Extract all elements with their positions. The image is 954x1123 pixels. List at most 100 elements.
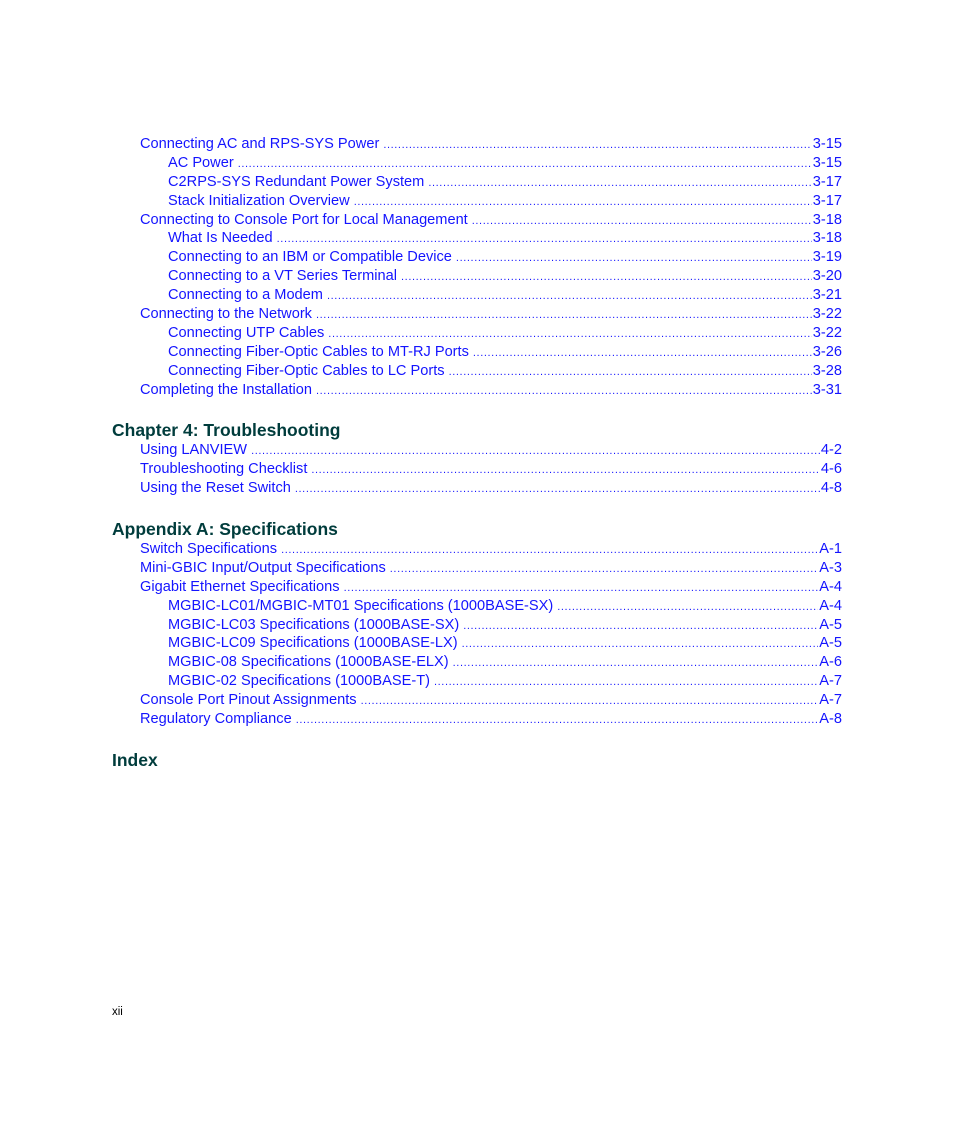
- toc-entry-page-number[interactable]: A-7: [818, 691, 842, 711]
- page-number-folio: xii: [112, 1006, 123, 1018]
- toc-entry-page-number[interactable]: A-7: [818, 672, 842, 692]
- toc-entry-page-number[interactable]: 3-17: [811, 191, 842, 211]
- toc-entry[interactable]: Troubleshooting Checklist 4-6: [112, 459, 842, 479]
- dot-leader: [295, 479, 820, 498]
- dot-leader: [361, 691, 819, 710]
- toc-entry-page-number[interactable]: A-5: [818, 634, 842, 654]
- toc-entry-title[interactable]: Using LANVIEW: [140, 441, 252, 460]
- toc-entry-page-number[interactable]: 4-6: [819, 459, 842, 479]
- toc-entry-title[interactable]: Stack Initialization Overview: [168, 191, 354, 211]
- toc-entry-title[interactable]: Connecting to the Network: [140, 305, 316, 324]
- toc-entry[interactable]: Connecting Fiber-Optic Cables to LC Port…: [112, 361, 842, 381]
- toc-entry-title[interactable]: Mini-GBIC Input/Output Specifications: [140, 558, 390, 578]
- toc-entry[interactable]: MGBIC-02 Specifications (1000BASE-T) A-7: [112, 672, 842, 692]
- toc-entry-title[interactable]: Connecting Fiber-Optic Cables to MT-RJ P…: [168, 342, 473, 362]
- toc-entry[interactable]: MGBIC-LC01/MGBIC-MT01 Specifications (10…: [112, 596, 842, 616]
- toc-entry-page-number[interactable]: 3-22: [811, 323, 842, 343]
- toc-entry[interactable]: C2RPS-SYS Redundant Power System 3-17: [112, 172, 842, 192]
- toc-entry-title[interactable]: Connecting UTP Cables: [168, 323, 329, 343]
- toc-entry-page-number[interactable]: 3-18: [811, 229, 842, 249]
- dot-leader: [344, 578, 819, 597]
- dot-leader: [473, 343, 812, 362]
- toc-entry[interactable]: Using the Reset Switch 4-8: [112, 478, 842, 498]
- chapter4-heading[interactable]: Chapter 4: Troubleshooting: [112, 419, 842, 441]
- toc-entry[interactable]: MGBIC-LC03 Specifications (1000BASE-SX) A…: [112, 615, 842, 635]
- toc-entry-page-number[interactable]: 3-19: [811, 248, 842, 268]
- toc-entry-page-number[interactable]: A-4: [818, 596, 842, 616]
- toc-entry[interactable]: MGBIC-08 Specifications (1000BASE-ELX) A-…: [112, 653, 842, 673]
- toc-entry-page-number[interactable]: A-5: [818, 615, 842, 635]
- toc-entry[interactable]: Mini-GBIC Input/Output Specifications A-3: [112, 558, 842, 578]
- toc-entry[interactable]: Connecting AC and RPS-SYS Power 3-15: [112, 135, 842, 154]
- toc-entry[interactable]: Gigabit Ethernet Specifications A-4: [112, 577, 842, 597]
- toc-entry-title[interactable]: MGBIC-08 Specifications (1000BASE-ELX): [168, 653, 453, 673]
- toc-entry-page-number[interactable]: 3-15: [811, 153, 842, 173]
- toc-entry-page-number[interactable]: 3-15: [811, 135, 842, 154]
- toc-entry-title[interactable]: Connecting to a Modem: [168, 286, 327, 306]
- toc-entry[interactable]: Connecting to an IBM or Compatible Devic…: [112, 248, 842, 268]
- toc-entry-page-number[interactable]: 3-22: [811, 305, 842, 324]
- toc-entry-title[interactable]: MGBIC-LC03 Specifications (1000BASE-SX): [168, 615, 464, 635]
- toc-entry[interactable]: Connecting to the Network 3-22: [112, 305, 842, 324]
- toc-entry-page-number[interactable]: A-8: [818, 710, 842, 729]
- appendix-a-heading[interactable]: Appendix A: Specifications: [112, 518, 842, 540]
- toc-entry-title[interactable]: Connecting to Console Port for Local Man…: [140, 210, 472, 230]
- toc-entry-title[interactable]: Troubleshooting Checklist: [140, 459, 312, 479]
- toc-entry-title[interactable]: Completing the Installation: [140, 380, 316, 400]
- dot-leader: [428, 173, 811, 192]
- dot-leader: [277, 229, 812, 248]
- toc-entry-page-number[interactable]: 3-20: [811, 267, 842, 287]
- toc-entry[interactable]: Connecting to a VT Series Terminal 3-20: [112, 267, 842, 287]
- toc-entry[interactable]: Regulatory Compliance A-8: [112, 710, 842, 729]
- toc-entry-page-number[interactable]: 3-28: [811, 361, 842, 381]
- toc-entry-page-number[interactable]: A-3: [818, 558, 842, 578]
- toc-entry-title[interactable]: What Is Needed: [168, 229, 277, 249]
- toc-entry[interactable]: AC Power 3-15: [112, 153, 842, 173]
- dot-leader: [472, 211, 812, 230]
- toc-entry[interactable]: Console Port Pinout Assignments A-7: [112, 691, 842, 711]
- toc-entry-page-number[interactable]: A-1: [818, 540, 842, 559]
- toc-entry-title[interactable]: MGBIC-02 Specifications (1000BASE-T): [168, 672, 434, 692]
- toc-entry-page-number[interactable]: 3-31: [811, 380, 842, 400]
- toc-entry-title[interactable]: MGBIC-LC09 Specifications (1000BASE-LX): [168, 634, 462, 654]
- toc-entry-title[interactable]: MGBIC-LC01/MGBIC-MT01 Specifications (10…: [168, 596, 558, 616]
- toc-entry-title[interactable]: Gigabit Ethernet Specifications: [140, 577, 344, 597]
- dot-leader: [456, 248, 812, 267]
- dot-leader: [434, 672, 818, 691]
- toc-entry-page-number[interactable]: 3-26: [811, 342, 842, 362]
- dot-leader: [281, 540, 818, 559]
- toc-entry-page-number[interactable]: 3-21: [811, 286, 842, 306]
- toc-entry-title[interactable]: AC Power: [168, 153, 238, 173]
- toc-entry-page-number[interactable]: 3-17: [811, 172, 842, 192]
- dot-leader: [383, 135, 811, 154]
- toc-entry[interactable]: Completing the Installation 3-31: [112, 380, 842, 400]
- toc-entry[interactable]: MGBIC-LC09 Specifications (1000BASE-LX) A…: [112, 634, 842, 654]
- toc-entry-page-number[interactable]: 4-2: [819, 441, 842, 460]
- toc-entry-title[interactable]: Switch Specifications: [140, 540, 282, 559]
- toc-entry[interactable]: Connecting UTP Cables 3-22: [112, 323, 842, 343]
- toc-chapter4: Chapter 4: Troubleshooting Using LANVIEW…: [112, 419, 842, 498]
- toc-entry[interactable]: What Is Needed 3-18: [112, 229, 842, 249]
- toc-entry-title[interactable]: Console Port Pinout Assignments: [140, 691, 361, 711]
- dot-leader: [401, 267, 812, 286]
- toc-entry-page-number[interactable]: 3-18: [811, 210, 842, 230]
- toc-entry[interactable]: Connecting to a Modem 3-21: [112, 286, 842, 306]
- toc-entry[interactable]: Connecting to Console Port for Local Man…: [112, 210, 842, 230]
- toc-entry-page-number[interactable]: A-4: [818, 577, 842, 597]
- toc-entry-title[interactable]: C2RPS-SYS Redundant Power System: [168, 172, 429, 192]
- toc-entry-title[interactable]: Connecting to an IBM or Compatible Devic…: [168, 248, 456, 268]
- toc-entry-title[interactable]: Connecting AC and RPS-SYS Power: [140, 135, 384, 154]
- toc-entry-title[interactable]: Connecting to a VT Series Terminal: [168, 267, 402, 287]
- toc-entry[interactable]: Using LANVIEW 4-2: [112, 441, 842, 460]
- toc-index: Index: [112, 749, 842, 771]
- toc-entry-title[interactable]: Using the Reset Switch: [140, 478, 295, 498]
- toc-entry-title[interactable]: Connecting Fiber-Optic Cables to LC Port…: [168, 361, 449, 381]
- toc-entry-page-number[interactable]: 4-8: [819, 478, 842, 498]
- toc-entry[interactable]: Switch Specifications A-1: [112, 540, 842, 559]
- index-heading[interactable]: Index: [112, 749, 842, 771]
- dot-leader: [316, 305, 812, 324]
- toc-entry[interactable]: Stack Initialization Overview 3-17: [112, 191, 842, 211]
- toc-entry-page-number[interactable]: A-6: [818, 653, 842, 673]
- toc-entry[interactable]: Connecting Fiber-Optic Cables to MT-RJ P…: [112, 342, 842, 362]
- toc-entry-title[interactable]: Regulatory Compliance: [140, 710, 296, 729]
